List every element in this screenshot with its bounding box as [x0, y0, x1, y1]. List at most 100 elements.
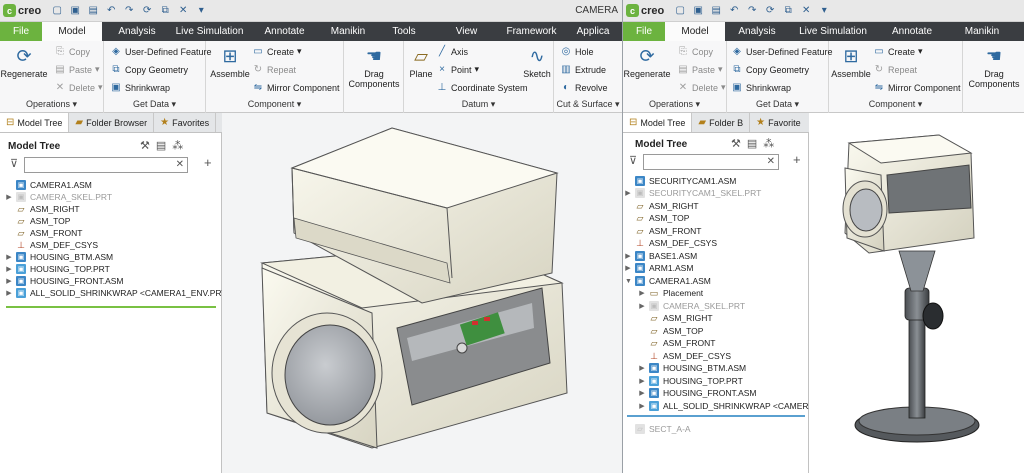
- tab-folder-browser[interactable]: ▰ Folder Browser: [69, 113, 155, 132]
- expand-arrow-icon[interactable]: ▶: [6, 253, 12, 261]
- expand-arrow-icon[interactable]: ▶: [639, 377, 645, 385]
- mirror-component-button[interactable]: ⇋ Mirror Component: [873, 80, 961, 95]
- group-label-component[interactable]: Component ▾: [206, 99, 343, 110]
- extrude-button[interactable]: ▥ Extrude: [560, 62, 606, 77]
- drag-components-button[interactable]: ☚ Drag Components: [967, 45, 1021, 89]
- expand-arrow-icon[interactable]: ▶: [625, 189, 631, 197]
- tree-node[interactable]: ⊥ ASM_DEF_CSYS: [625, 237, 717, 249]
- tree-node[interactable]: ▶ ▣ HOUSING_FRONT.ASM: [639, 387, 757, 399]
- tree-node[interactable]: ▱ SECT_A-A: [625, 423, 691, 435]
- tree-node[interactable]: ⊥ ASM_DEF_CSYS: [639, 350, 731, 362]
- tree-node[interactable]: ▱ ASM_TOP: [639, 325, 704, 337]
- tab-file[interactable]: File: [0, 22, 42, 41]
- filter-icon[interactable]: ⊽: [629, 154, 637, 167]
- tab-folder-browser[interactable]: ▰ Folder B: [692, 113, 751, 132]
- close-window-icon[interactable]: ✕: [175, 3, 191, 19]
- copy-button[interactable]: ⎘ Copy: [54, 44, 90, 59]
- add-column-icon[interactable]: +: [793, 152, 801, 167]
- shrinkwrap-button[interactable]: ▣ Shrinkwrap: [731, 80, 791, 95]
- assemble-button[interactable]: ⊞ Assemble: [831, 45, 871, 79]
- tree-node[interactable]: ▶ ▣ ALL_SOLID_SHRINKWRAP <CAMERA1_: [639, 400, 824, 412]
- tree-node[interactable]: ▱ ASM_TOP: [625, 212, 690, 224]
- expand-arrow-icon[interactable]: ▶: [639, 364, 645, 372]
- clear-search-icon[interactable]: ✕: [767, 156, 775, 167]
- tree-search-input[interactable]: ✕: [24, 157, 188, 173]
- add-column-icon[interactable]: +: [204, 155, 212, 170]
- tree-node[interactable]: ▶ ▣ HOUSING_BTM.ASM: [6, 251, 113, 263]
- tab-view[interactable]: View: [434, 22, 499, 41]
- tab-live-simulation[interactable]: Live Simulation: [172, 22, 247, 41]
- tree-filter-settings-icon[interactable]: ⁂: [172, 139, 183, 152]
- tree-columns-icon[interactable]: ▤: [747, 137, 757, 150]
- tab-manikin[interactable]: Manikin: [322, 22, 374, 41]
- tab-annotate[interactable]: Annotate: [247, 22, 322, 41]
- tab-favorites[interactable]: ★ Favorites: [154, 113, 217, 132]
- tree-columns-icon[interactable]: ▤: [156, 139, 166, 152]
- expand-arrow-icon[interactable]: ▶: [6, 193, 12, 201]
- tab-model-tree[interactable]: ⊟ Model Tree: [623, 113, 693, 132]
- create-button[interactable]: ▭ Create ▾: [873, 44, 922, 59]
- coordinate-system-button[interactable]: ⊥ Coordinate System: [436, 80, 528, 95]
- windows-icon[interactable]: ⧉: [157, 3, 173, 19]
- group-label-get-data[interactable]: Get Data ▾: [727, 99, 828, 110]
- expand-arrow-icon[interactable]: ▶: [6, 289, 12, 297]
- tree-node[interactable]: ▱ ASM_RIGHT: [639, 312, 713, 324]
- tree-node[interactable]: ▶ ▣ ARM1.ASM: [625, 262, 693, 274]
- open-file-icon[interactable]: ▣: [67, 3, 83, 19]
- regenerate-button[interactable]: ⟳ Regenerate: [623, 45, 670, 79]
- drag-components-button[interactable]: ☚ Drag Components: [348, 45, 400, 89]
- tab-favorites[interactable]: ★ Favorite: [750, 113, 806, 132]
- user-defined-feature-button[interactable]: ◈ User-Defined Feature: [731, 44, 832, 59]
- windows-icon[interactable]: ⧉: [780, 3, 796, 19]
- axis-button[interactable]: ╱ Axis: [436, 44, 468, 59]
- tree-node[interactable]: ▱ ASM_FRONT: [639, 337, 716, 349]
- tab-analysis[interactable]: Analysis: [725, 22, 789, 41]
- close-window-icon[interactable]: ✕: [798, 3, 814, 19]
- copy-geometry-button[interactable]: ⧉ Copy Geometry: [731, 62, 809, 77]
- tree-node[interactable]: ▶ ▣ CAMERA_SKEL.PRT: [639, 300, 745, 312]
- filter-icon[interactable]: ⊽: [10, 157, 18, 170]
- tab-file[interactable]: File: [623, 22, 665, 41]
- insert-indicator-line[interactable]: [6, 306, 216, 308]
- tree-settings-icon[interactable]: ⚒: [731, 137, 741, 150]
- new-file-icon[interactable]: ▢: [49, 3, 65, 19]
- create-button[interactable]: ▭ Create ▾: [252, 44, 301, 59]
- expand-arrow-icon[interactable]: ▶: [6, 265, 12, 273]
- tab-model-tree[interactable]: ⊟ Model Tree: [0, 113, 70, 132]
- tree-node[interactable]: ▶ ▣ HOUSING_TOP.PRT: [6, 263, 110, 275]
- tree-node[interactable]: ▱ ASM_FRONT: [6, 227, 83, 239]
- tree-node[interactable]: ▶ ▣ CAMERA_SKEL.PRT: [6, 191, 112, 203]
- tab-tools[interactable]: Tools: [374, 22, 434, 41]
- graphics-viewport-right[interactable]: [809, 113, 1024, 473]
- tree-node[interactable]: ⊥ ASM_DEF_CSYS: [6, 239, 98, 251]
- expand-arrow-icon[interactable]: ▶: [625, 264, 631, 272]
- tree-node[interactable]: ▱ ASM_RIGHT: [6, 203, 80, 215]
- tab-analysis[interactable]: Analysis: [102, 22, 172, 41]
- redo-icon[interactable]: ↷: [121, 3, 137, 19]
- tree-node[interactable]: ▶ ▭ Placement: [639, 287, 703, 299]
- group-label-operations[interactable]: Operations ▾: [623, 99, 726, 110]
- regenerate-quick-icon[interactable]: ⟳: [762, 3, 778, 19]
- tree-filter-settings-icon[interactable]: ⁂: [763, 137, 774, 150]
- customize-dropdown-icon[interactable]: ▾: [193, 3, 209, 19]
- repeat-button[interactable]: ↻ Repeat: [873, 62, 917, 77]
- customize-dropdown-icon[interactable]: ▾: [816, 3, 832, 19]
- copy-button[interactable]: ⎘ Copy: [677, 44, 713, 59]
- save-icon[interactable]: ▤: [85, 3, 101, 19]
- tree-node[interactable]: ▶ ▣ ALL_SOLID_SHRINKWRAP <CAMERA1_ENV.PRT>: [6, 287, 232, 299]
- tree-node[interactable]: ▱ ASM_FRONT: [625, 225, 702, 237]
- tree-node[interactable]: ▱ ASM_TOP: [6, 215, 71, 227]
- new-file-icon[interactable]: ▢: [672, 3, 688, 19]
- collapse-arrow-icon[interactable]: ▼: [625, 278, 632, 285]
- tree-node[interactable]: ▶ ▣ HOUSING_TOP.PRT: [639, 375, 743, 387]
- shrinkwrap-button[interactable]: ▣ Shrinkwrap: [110, 80, 170, 95]
- tab-model[interactable]: Model: [665, 22, 725, 41]
- expand-arrow-icon[interactable]: ▶: [625, 252, 631, 260]
- tree-node[interactable]: ▣ CAMERA1.ASM: [6, 179, 92, 191]
- plane-button[interactable]: ▱ Plane: [406, 45, 436, 79]
- regenerate-quick-icon[interactable]: ⟳: [139, 3, 155, 19]
- tab-annotate[interactable]: Annotate: [877, 22, 947, 41]
- tree-node[interactable]: ▶ ▣ HOUSING_FRONT.ASM: [6, 275, 124, 287]
- undo-icon[interactable]: ↶: [103, 3, 119, 19]
- tree-node[interactable]: ▼ ▣ CAMERA1.ASM: [625, 275, 711, 287]
